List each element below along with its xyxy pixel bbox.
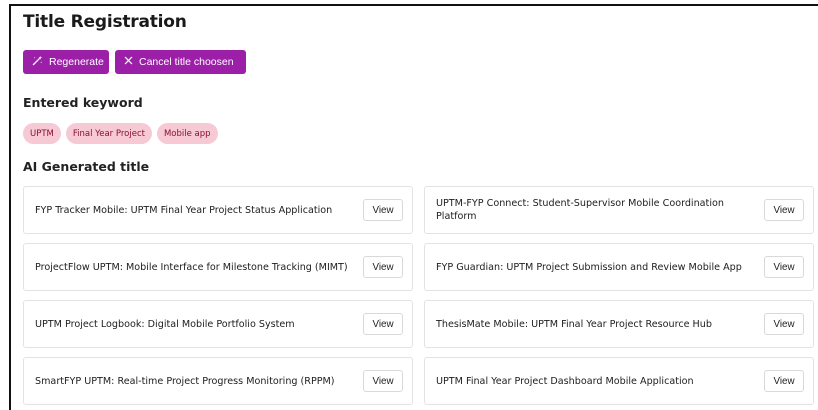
view-button[interactable]: View	[764, 199, 804, 221]
ai-generated-title-heading: AI Generated title	[23, 159, 150, 174]
regenerate-label: Regenerate	[49, 56, 104, 68]
close-icon	[124, 56, 133, 68]
title-card: ProjectFlow UPTM: Mobile Interface for M…	[23, 243, 413, 291]
title-card-text: UPTM Final Year Project Dashboard Mobile…	[436, 375, 694, 387]
keyword-chip: UPTM	[23, 123, 61, 144]
title-card-text: ProjectFlow UPTM: Mobile Interface for M…	[35, 261, 348, 273]
title-card: ThesisMate Mobile: UPTM Final Year Proje…	[424, 300, 814, 348]
view-button[interactable]: View	[363, 370, 403, 392]
cancel-title-button[interactable]: Cancel title choosen	[115, 50, 246, 74]
title-card-text: SmartFYP UPTM: Real-time Project Progres…	[35, 375, 335, 387]
view-button[interactable]: View	[764, 313, 804, 335]
view-button[interactable]: View	[764, 256, 804, 278]
regenerate-button[interactable]: Regenerate	[23, 50, 109, 74]
view-button[interactable]: View	[363, 256, 403, 278]
title-card: UPTM Project Logbook: Digital Mobile Por…	[23, 300, 413, 348]
magic-wand-icon	[32, 55, 43, 69]
title-card-text: FYP Tracker Mobile: UPTM Final Year Proj…	[35, 204, 333, 216]
keyword-chip: Mobile app	[156, 123, 218, 144]
page-title: Title Registration	[23, 12, 187, 32]
keyword-chip-list: UPTM Final Year Project Mobile app	[23, 123, 218, 144]
title-card-text: UPTM-FYP Connect: Student-Supervisor Mob…	[436, 198, 724, 222]
cancel-title-label: Cancel title choosen	[139, 56, 234, 68]
title-card-text: UPTM Project Logbook: Digital Mobile Por…	[35, 318, 295, 330]
title-card: FYP Guardian: UPTM Project Submission an…	[424, 243, 814, 291]
entered-keyword-heading: Entered keyword	[23, 95, 143, 110]
title-card-text: ThesisMate Mobile: UPTM Final Year Proje…	[436, 318, 712, 330]
view-button[interactable]: View	[764, 370, 804, 392]
keyword-chip: Final Year Project	[65, 123, 152, 144]
title-card: UPTM-FYP Connect: Student-Supervisor Mob…	[424, 186, 814, 234]
panel-content: Title Registration Regenerate Cancel tit…	[23, 6, 818, 410]
view-button[interactable]: View	[363, 313, 403, 335]
title-card: UPTM Final Year Project Dashboard Mobile…	[424, 357, 814, 405]
view-button[interactable]: View	[363, 199, 403, 221]
title-card-text: FYP Guardian: UPTM Project Submission an…	[436, 261, 742, 273]
title-card: SmartFYP UPTM: Real-time Project Progres…	[23, 357, 413, 405]
title-registration-panel: Title Registration Regenerate Cancel tit…	[9, 4, 818, 410]
title-card: FYP Tracker Mobile: UPTM Final Year Proj…	[23, 186, 413, 234]
